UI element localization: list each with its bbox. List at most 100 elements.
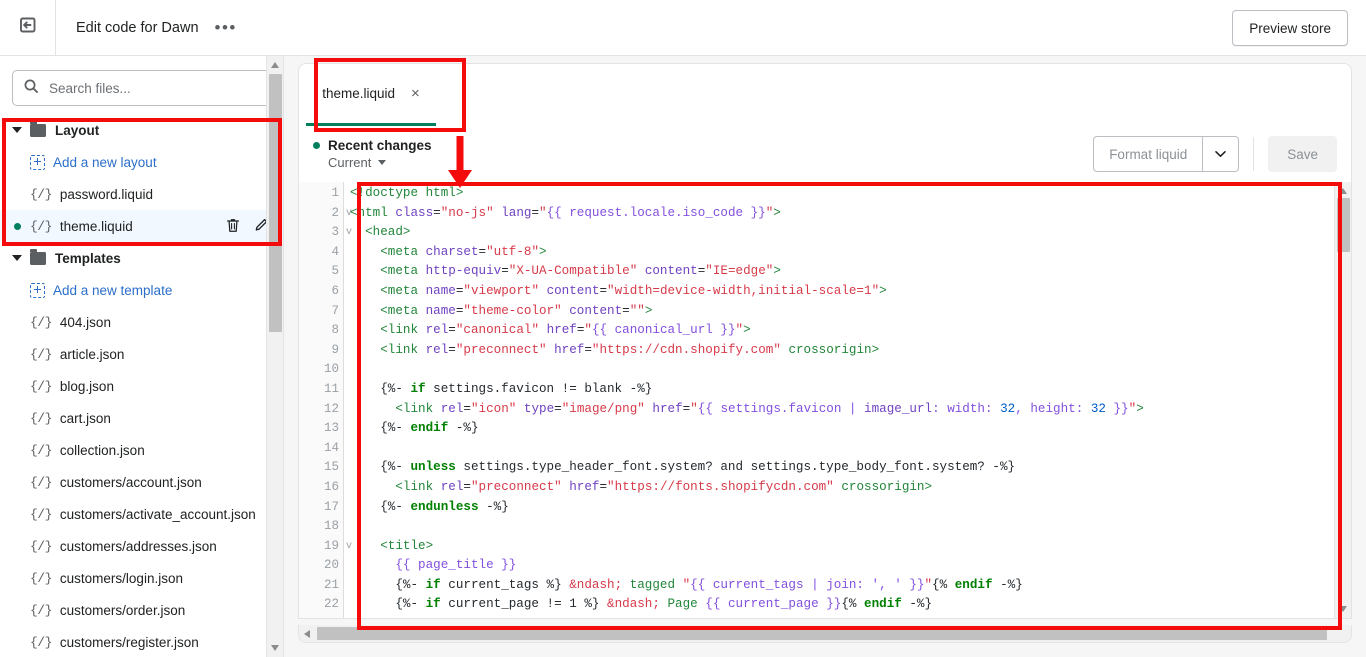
toolbar-divider — [1253, 137, 1255, 171]
line-number: 13 — [323, 421, 339, 436]
file-label: customers/register.json — [59, 634, 199, 650]
tab-theme-liquid[interactable]: theme.liquid × — [306, 64, 436, 126]
scroll-left-arrow-icon[interactable] — [304, 630, 310, 638]
file-row-404-json[interactable]: {/} 404.json — [0, 306, 283, 338]
tab-label: theme.liquid — [322, 86, 396, 101]
add-new-template-button[interactable]: Add a new template — [0, 274, 283, 306]
liquid-file-icon: {/} — [30, 570, 52, 586]
file-row-customers-addresses-json[interactable]: {/} customers/addresses.json — [0, 530, 283, 562]
file-label: customers/activate_account.json — [59, 506, 256, 522]
scroll-down-arrow-icon[interactable] — [271, 645, 279, 651]
liquid-file-icon: {/} — [30, 474, 52, 490]
file-row-article-json[interactable]: {/} article.json — [0, 338, 283, 370]
file-row-customers-login-json[interactable]: {/} customers/login.json — [0, 562, 283, 594]
liquid-file-icon: {/} — [30, 602, 52, 618]
group-header-layout[interactable]: Layout — [0, 114, 283, 146]
code-line: <title> — [380, 538, 434, 553]
tabstrip-background — [298, 63, 1352, 126]
recent-changes-label: Recent changes — [328, 138, 432, 153]
line-number: 16 — [323, 479, 339, 494]
file-row-customers-order-json[interactable]: {/} customers/order.json — [0, 594, 283, 626]
group-header-templates[interactable]: Templates — [0, 242, 283, 274]
file-row-customers-account-json[interactable]: {/} customers/account.json — [0, 466, 283, 498]
file-row-customers-register-json[interactable]: {/} customers/register.json — [0, 626, 283, 657]
file-row-theme-liquid[interactable]: {/} theme.liquid — [0, 210, 283, 242]
add-file-icon — [30, 282, 45, 298]
version-selector[interactable]: Current — [328, 155, 432, 170]
code-editor[interactable]: 1 2v 3v 4 5 6 7 8 9 10 11 12 13 14 15 16… — [298, 182, 1352, 619]
preview-store-button[interactable]: Preview store — [1232, 10, 1348, 46]
line-number: 22 — [323, 597, 339, 612]
line-number: 9 — [331, 342, 339, 357]
scroll-down-arrow-icon[interactable] — [1339, 606, 1347, 612]
line-number: 2v — [299, 204, 352, 224]
code-line: <link rel="preconnect" href="https://fon… — [395, 479, 933, 494]
code-line: <head> — [365, 225, 411, 240]
search-icon — [23, 78, 39, 99]
line-number: 8 — [331, 323, 339, 338]
toolbar-actions: Format liquid Save — [1093, 136, 1337, 172]
file-label: collection.json — [59, 442, 145, 458]
close-icon[interactable]: × — [411, 86, 420, 101]
line-number-gutter: 1 2v 3v 4 5 6 7 8 9 10 11 12 13 14 15 16… — [299, 182, 352, 618]
code-line: <!doctype html> — [350, 186, 464, 200]
code-scroll-region[interactable]: <!doctype html> <html class="no-js" lang=… — [343, 182, 1351, 618]
delete-icon[interactable] — [225, 217, 241, 237]
file-row-customers-activate-account-json[interactable]: {/} customers/activate_account.json — [0, 498, 283, 530]
chevron-down-icon — [378, 160, 387, 165]
search-files-box[interactable] — [12, 70, 271, 106]
save-button[interactable]: Save — [1268, 136, 1337, 172]
scroll-up-arrow-icon[interactable] — [1339, 188, 1347, 194]
format-liquid-group: Format liquid — [1093, 136, 1240, 172]
liquid-file-icon: {/} — [30, 378, 52, 394]
liquid-file-icon: {/} — [30, 538, 52, 554]
top-bar: Edit code for Dawn ••• Preview store — [0, 0, 1366, 56]
code-line: <meta name="viewport" content="width=dev… — [380, 283, 887, 298]
code-line: <meta charset="utf-8"> — [380, 244, 547, 259]
group-label: Layout — [55, 122, 100, 138]
code-line: {%- unless settings.type_header_font.sys… — [380, 460, 1016, 475]
search-input[interactable] — [49, 80, 249, 96]
exit-left-icon — [18, 15, 38, 40]
scroll-up-arrow-icon[interactable] — [271, 62, 279, 68]
line-number: 15 — [323, 460, 339, 475]
code-line: {%- if current_page != 1 %} &ndash; Page… — [395, 597, 933, 612]
file-label: article.json — [59, 346, 125, 362]
liquid-file-icon: {/} — [30, 442, 52, 458]
line-number: 21 — [323, 577, 339, 592]
more-actions-button[interactable]: ••• — [215, 19, 237, 36]
code-content[interactable]: <!doctype html> <html class="no-js" lang=… — [344, 182, 1351, 615]
file-row-password-liquid[interactable]: {/} password.liquid — [0, 178, 283, 210]
line-number: 11 — [323, 381, 339, 396]
code-vertical-scrollbar-thumb[interactable] — [1337, 198, 1350, 252]
folder-icon — [30, 248, 46, 265]
file-label: blog.json — [59, 378, 114, 394]
add-new-layout-button[interactable]: Add a new layout — [0, 146, 283, 178]
file-row-blog-json[interactable]: {/} blog.json — [0, 370, 283, 402]
file-label: password.liquid — [59, 186, 153, 202]
sidebar-scrollbar[interactable] — [266, 56, 283, 657]
line-number: 10 — [323, 362, 339, 377]
file-row-actions — [225, 217, 269, 237]
code-line: <link rel="preconnect" href="https://cdn… — [380, 342, 880, 357]
code-line: <link rel="icon" type="image/png" href="… — [395, 401, 1144, 416]
file-row-collection-json[interactable]: {/} collection.json — [0, 434, 283, 466]
file-row-cart-json[interactable]: {/} cart.json — [0, 402, 283, 434]
status-dot-icon — [313, 142, 320, 149]
line-number: 5 — [331, 264, 339, 279]
code-horizontal-scrollbar[interactable] — [298, 625, 1352, 643]
file-label: theme.liquid — [59, 218, 133, 234]
code-horizontal-scrollbar-thumb[interactable] — [317, 627, 1327, 640]
code-vertical-scrollbar[interactable] — [1334, 182, 1351, 618]
file-label: customers/login.json — [59, 570, 183, 586]
file-label: customers/addresses.json — [59, 538, 217, 554]
code-line: <meta name="theme-color" content=""> — [380, 303, 653, 318]
search-container — [0, 56, 283, 114]
sidebar-scrollbar-thumb[interactable] — [269, 74, 282, 332]
code-line: {%- if settings.favicon != blank -%} — [380, 381, 653, 396]
format-liquid-dropdown-button[interactable] — [1203, 136, 1240, 172]
page-title: Edit code for Dawn — [76, 19, 199, 36]
back-button[interactable] — [0, 0, 56, 55]
format-liquid-button[interactable]: Format liquid — [1093, 136, 1204, 172]
